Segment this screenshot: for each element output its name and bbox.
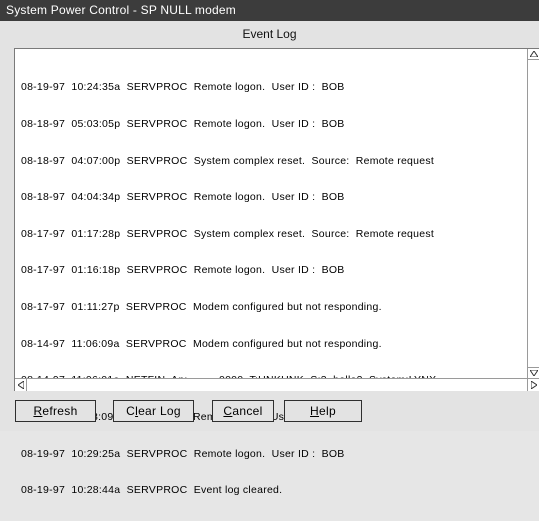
log-entry: 08-17-97 01:17:28p SERVPROC System compl… <box>21 227 434 240</box>
help-mnemonic: H <box>310 404 320 418</box>
clear-log-label: ear Log <box>138 404 181 418</box>
log-entry: 08-18-97 05:03:05p SERVPROC Remote logon… <box>21 118 345 131</box>
log-entry: 08-18-97 04:07:00p SERVPROC System compl… <box>21 154 434 167</box>
log-lines: 08-19-97 10:24:35a SERVPROC Remote logon… <box>21 57 519 521</box>
log-entry: 08-19-97 10:29:25a SERVPROC Remote logon… <box>21 447 345 460</box>
vertical-scrollbar[interactable] <box>527 49 539 378</box>
event-log-list[interactable]: 08-19-97 10:24:35a SERVPROC Remote logon… <box>14 48 539 496</box>
log-entry: 08-17-97 01:11:27p SERVPROC Modem config… <box>21 301 382 314</box>
help-label: elp <box>319 404 336 418</box>
triangle-left-icon <box>17 381 24 389</box>
refresh-label: efresh <box>42 404 78 418</box>
event-log-window: System Power Control - SP NULL modem Eve… <box>0 0 539 496</box>
triangle-down-icon <box>529 370 538 376</box>
clear-log-button[interactable]: Clear Log <box>113 400 194 422</box>
log-entry: 08-17-97 01:16:18p SERVPROC Remote logon… <box>21 264 345 277</box>
log-entry: 08-18-97 04:04:34p SERVPROC Remote logon… <box>21 191 345 204</box>
scroll-up-button[interactable] <box>528 49 539 60</box>
log-entry: 08-19-97 10:28:44a SERVPROC Event log cl… <box>21 484 283 497</box>
cancel-button[interactable]: Cancel <box>212 400 274 422</box>
scroll-right-button[interactable] <box>527 379 539 391</box>
scroll-left-button[interactable] <box>15 379 27 391</box>
window-title: System Power Control - SP NULL modem <box>0 0 539 21</box>
button-bar: Refresh Clear Log Cancel Help <box>0 396 539 431</box>
cancel-label: ancel <box>232 404 263 418</box>
dialog-heading: Event Log <box>242 27 297 41</box>
triangle-right-icon <box>530 381 537 389</box>
clear-log-label-pre: C <box>126 404 136 418</box>
horizontal-scrollbar[interactable] <box>15 378 539 391</box>
log-entry: 08-19-97 10:24:35a SERVPROC Remote logon… <box>21 81 345 94</box>
scroll-down-button[interactable] <box>528 367 539 378</box>
triangle-up-icon <box>529 51 538 57</box>
help-button[interactable]: Help <box>284 400 362 422</box>
refresh-button[interactable]: Refresh <box>15 400 96 422</box>
log-entry: 08-14-97 11:06:09a SERVPROC Modem config… <box>21 337 382 350</box>
